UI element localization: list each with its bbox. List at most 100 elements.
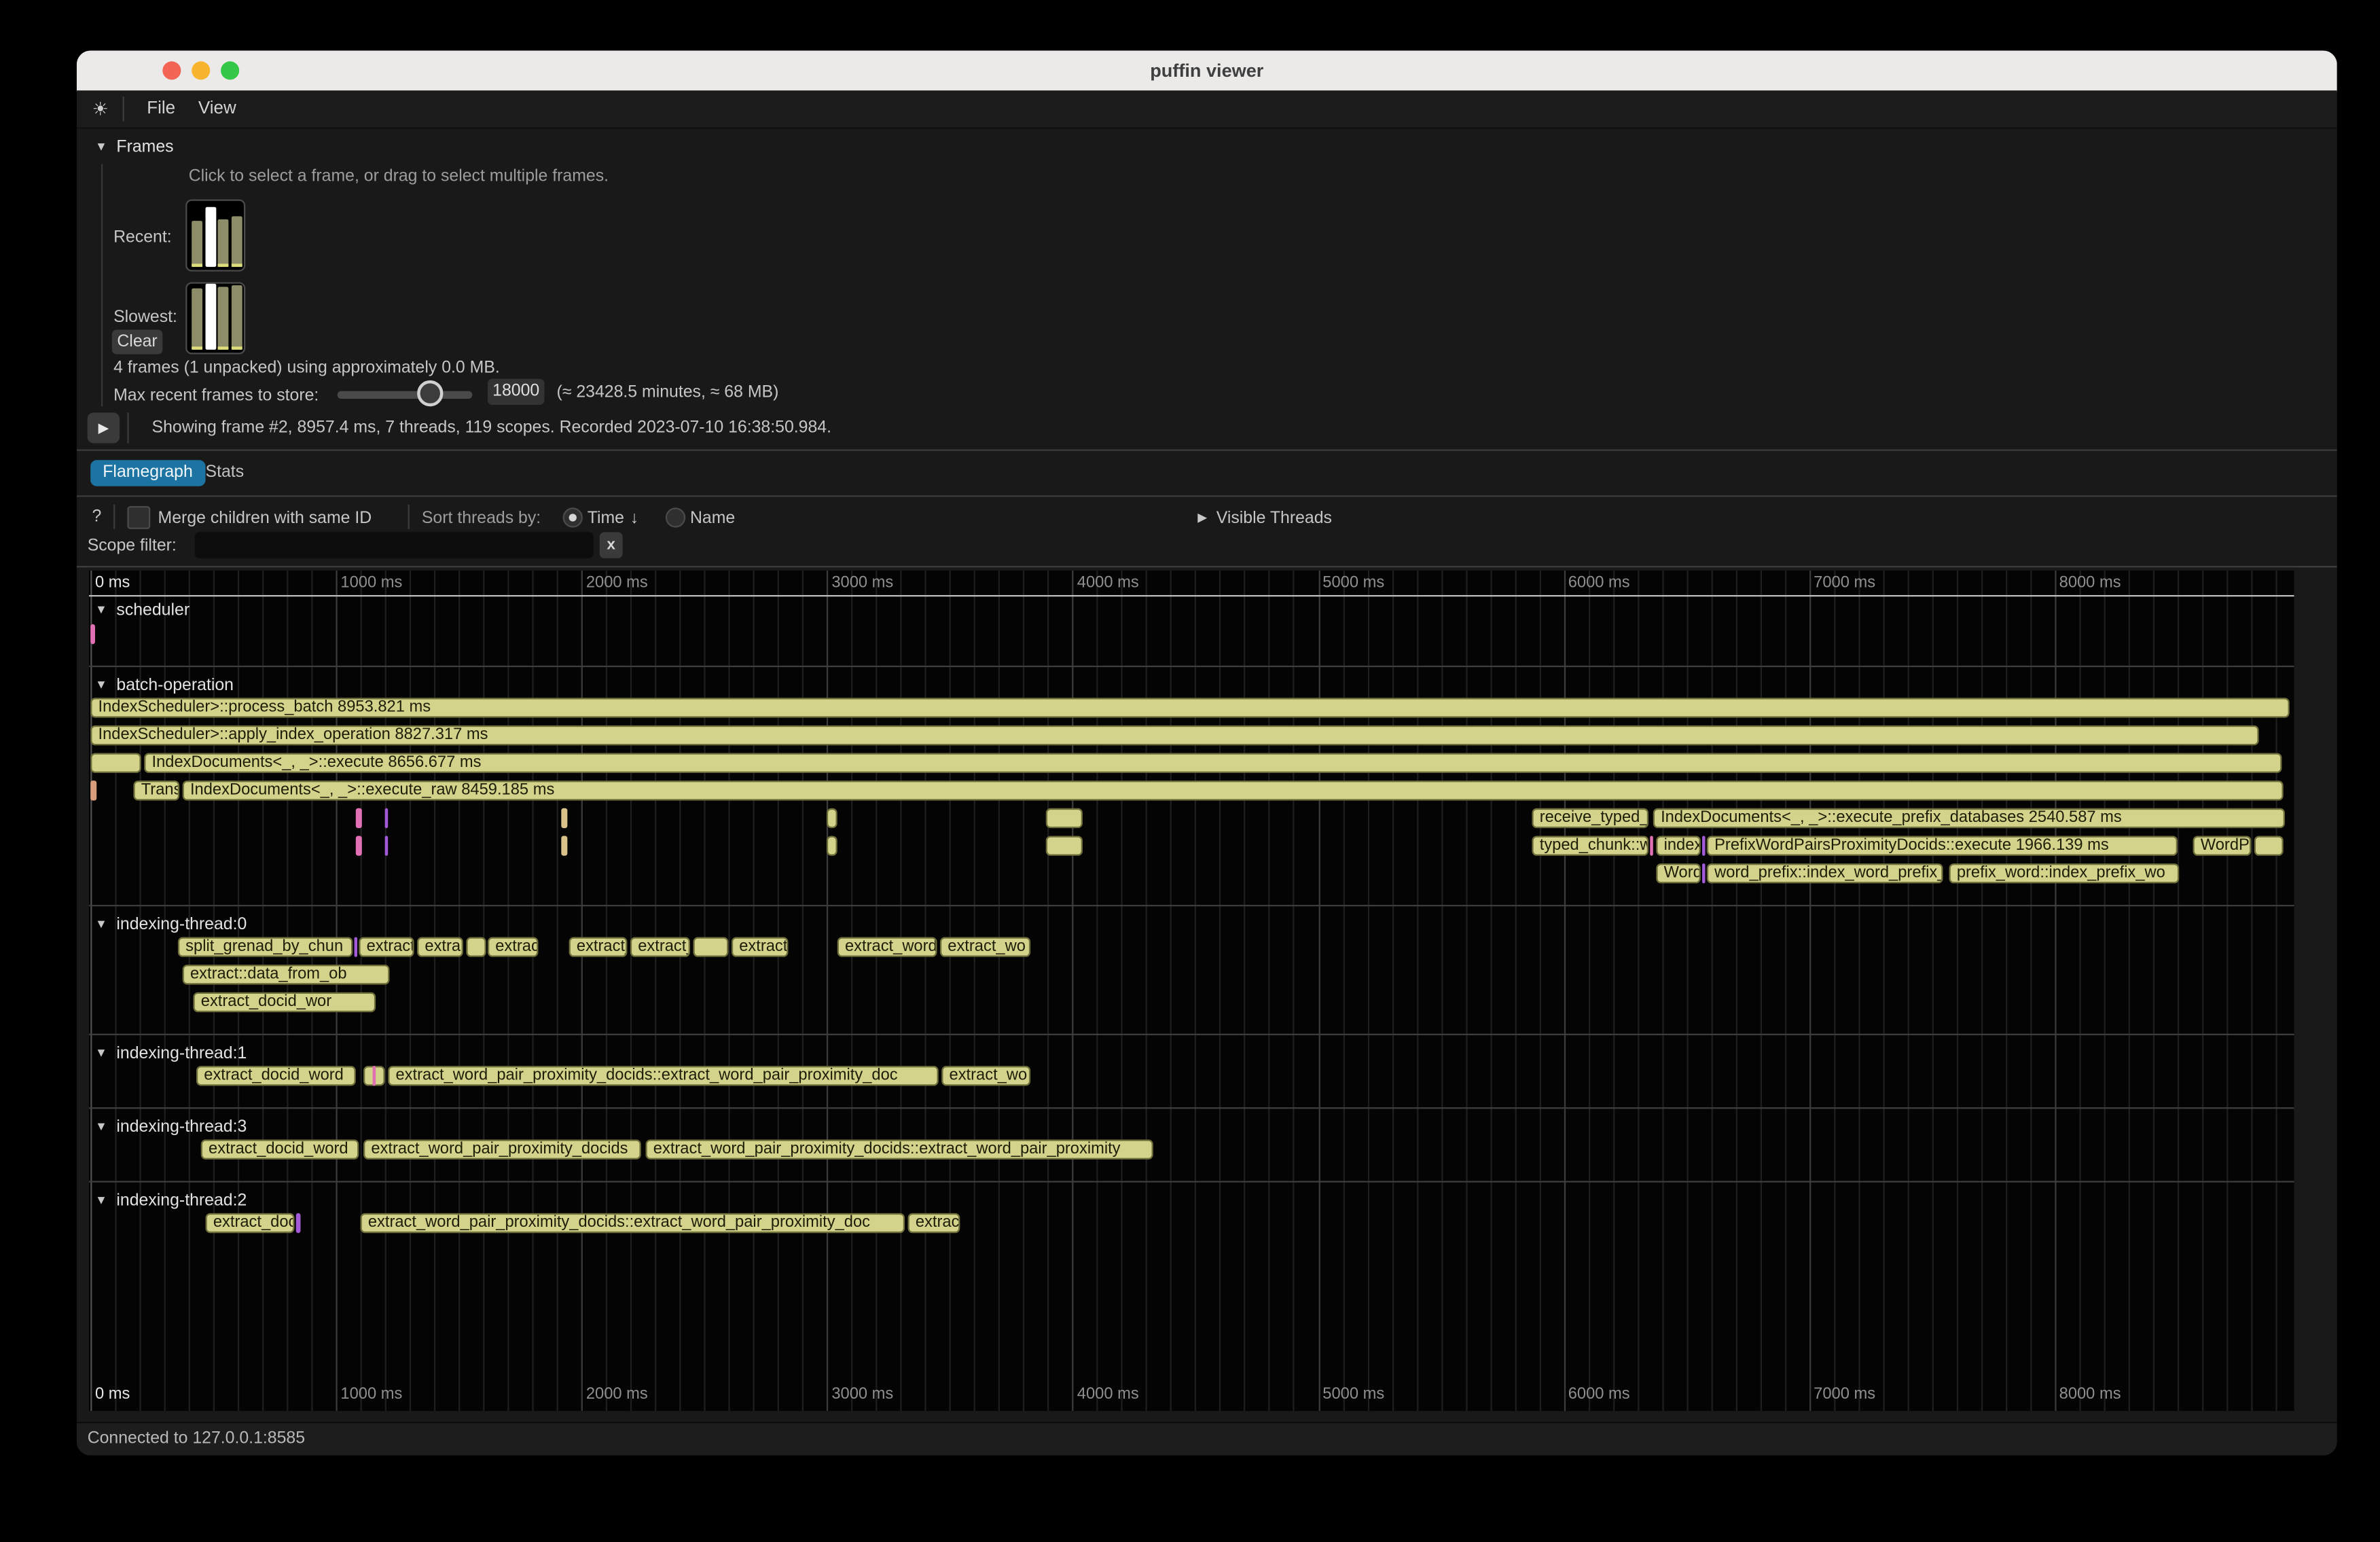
help-button[interactable]: ? xyxy=(92,507,101,526)
visible-threads-toggle[interactable]: ▶Visible Threads xyxy=(1197,509,1332,528)
frame-bar[interactable] xyxy=(218,219,229,267)
slowest-frames-thumbnail[interactable] xyxy=(185,282,245,354)
flame-marker[interactable] xyxy=(1702,836,1706,855)
titlebar[interactable]: puffin viewer xyxy=(77,51,2337,92)
scope-filter-clear-button[interactable]: x xyxy=(600,532,623,558)
merge-children-label[interactable]: Merge children with same ID xyxy=(158,509,372,528)
flame-bar[interactable]: extract_docid_word xyxy=(196,1066,356,1086)
flame-bar[interactable]: index xyxy=(1656,836,1700,855)
flame-marker[interactable] xyxy=(356,836,362,855)
flame-bar[interactable]: extract_word_pair_proximity_docids::extr… xyxy=(645,1139,1153,1159)
frame-bar[interactable] xyxy=(204,284,215,350)
flame-bar[interactable]: extract_doc xyxy=(206,1213,295,1233)
flame-bar[interactable] xyxy=(1046,836,1083,855)
menu-file[interactable]: File xyxy=(147,100,175,118)
frame-bar[interactable] xyxy=(204,207,215,267)
flame-bar[interactable]: extract xyxy=(359,937,414,956)
close-button[interactable] xyxy=(162,61,181,79)
frame-bar[interactable] xyxy=(192,288,202,349)
menu-view[interactable]: View xyxy=(198,100,236,118)
flame-bar[interactable]: extract_wo xyxy=(940,937,1030,956)
scope-filter-input[interactable] xyxy=(195,532,594,558)
frame-bar[interactable] xyxy=(218,287,229,350)
flame-marker[interactable] xyxy=(373,1066,376,1086)
sort-name-label[interactable]: Name xyxy=(690,509,735,528)
thread-header[interactable]: ▼scheduler xyxy=(95,601,190,620)
maximize-button[interactable] xyxy=(221,61,239,79)
flame-marker[interactable] xyxy=(1650,836,1653,855)
sort-direction-arrow-icon[interactable]: ↓ xyxy=(630,509,638,528)
merge-children-checkbox[interactable] xyxy=(127,506,150,529)
flame-marker[interactable] xyxy=(355,937,358,956)
tab-stats[interactable]: Stats xyxy=(206,460,245,486)
flame-marker[interactable] xyxy=(90,781,96,800)
flame-bar[interactable]: typed_chunk::w xyxy=(1532,836,1648,855)
flame-bar[interactable] xyxy=(90,753,141,773)
flame-marker[interactable] xyxy=(561,836,567,855)
flame-bar[interactable]: extract_word xyxy=(837,937,937,956)
minimize-button[interactable] xyxy=(192,61,210,79)
flame-bar[interactable]: extract_docid_wor xyxy=(193,992,376,1012)
flame-bar[interactable]: IndexDocuments<_, _>::execute_prefix_dat… xyxy=(1653,808,2285,828)
flame-marker[interactable] xyxy=(385,808,389,828)
flame-bar[interactable]: extract_docid_word xyxy=(201,1139,359,1159)
flame-bar[interactable]: IndexDocuments<_, _>::execute_raw 8459.1… xyxy=(183,781,2284,800)
flame-bar[interactable]: extract_wo xyxy=(941,1066,1030,1086)
thread-header[interactable]: ▼batch-operation xyxy=(95,677,234,695)
frame-bar[interactable] xyxy=(231,216,242,267)
thread-header[interactable]: ▼indexing-thread:2 xyxy=(95,1191,247,1210)
flame-bar[interactable]: IndexDocuments<_, _>::execute 8656.677 m… xyxy=(144,753,2282,773)
flame-bar[interactable] xyxy=(827,808,837,828)
flame-marker[interactable] xyxy=(296,1213,301,1233)
flame-bar[interactable]: extract_ xyxy=(569,937,628,956)
flame-bar[interactable]: extract xyxy=(732,937,789,956)
flame-marker[interactable] xyxy=(90,624,95,644)
frames-section-header[interactable]: ▼Frames xyxy=(95,138,174,156)
flame-bar[interactable]: word_prefix::index_word_prefix_ xyxy=(1707,863,1943,883)
theme-sun-icon[interactable]: ☀ xyxy=(92,98,108,120)
clear-button[interactable]: Clear xyxy=(112,329,163,354)
play-button[interactable]: ▶ xyxy=(88,412,120,443)
flame-bar[interactable] xyxy=(827,836,837,855)
collapse-down-icon: ▼ xyxy=(95,1193,107,1206)
flame-bar[interactable] xyxy=(693,937,728,956)
flame-bar[interactable] xyxy=(1046,808,1083,828)
thread-header[interactable]: ▼indexing-thread:0 xyxy=(95,916,247,934)
flame-bar[interactable]: split_grenad_by_chun xyxy=(178,937,353,956)
frame-bar[interactable] xyxy=(192,221,202,267)
flame-bar[interactable]: Trans xyxy=(133,781,179,800)
flame-bar[interactable] xyxy=(466,937,486,956)
thread-header[interactable]: ▼indexing-thread:3 xyxy=(95,1118,247,1136)
flamegraph-canvas[interactable]: 0 ms0 ms1000 ms1000 ms2000 ms2000 ms3000… xyxy=(89,571,2294,1411)
sort-time-radio[interactable] xyxy=(563,507,583,527)
max-frames-slider[interactable] xyxy=(338,391,473,399)
max-frames-value[interactable]: 18000 xyxy=(488,379,545,405)
flame-bar[interactable]: extrac xyxy=(908,1213,960,1233)
flame-bar[interactable]: extract_word_pair_proximity_docids::extr… xyxy=(361,1213,905,1233)
flame-bar[interactable]: receive_typed_ xyxy=(1532,808,1648,828)
thread-header[interactable]: ▼indexing-thread:1 xyxy=(95,1044,247,1062)
flame-marker[interactable] xyxy=(1702,863,1706,883)
flame-bar[interactable]: extract_ xyxy=(630,937,690,956)
flame-marker[interactable] xyxy=(356,808,362,828)
sort-time-label[interactable]: Time xyxy=(588,509,624,528)
flame-bar[interactable]: Word xyxy=(1656,863,1700,883)
flame-bar[interactable]: extra xyxy=(417,937,463,956)
flame-bar[interactable]: extract::data_from_ob xyxy=(183,965,390,984)
flame-bar[interactable]: extract_word_pair_proximity_docids xyxy=(363,1139,641,1159)
flame-bar[interactable]: PrefixWordPairsProximityDocids::execute … xyxy=(1707,836,2178,855)
recent-frames-thumbnail[interactable] xyxy=(185,200,245,272)
max-frames-slider-knob[interactable] xyxy=(417,380,443,406)
flame-bar[interactable]: IndexScheduler>::apply_index_operation 8… xyxy=(90,725,2258,745)
frame-bar[interactable] xyxy=(231,285,242,350)
flame-bar[interactable]: prefix_word::index_prefix_wo xyxy=(1949,863,2180,883)
flame-bar[interactable] xyxy=(2254,836,2284,855)
flame-bar[interactable]: IndexScheduler>::process_batch 8953.821 … xyxy=(90,698,2290,717)
flame-bar[interactable]: WordPr xyxy=(2193,836,2252,855)
tab-flamegraph[interactable]: Flamegraph xyxy=(90,460,205,486)
flame-bar[interactable]: extract_word_pair_proximity_docids::extr… xyxy=(388,1066,939,1086)
flame-marker[interactable] xyxy=(561,808,567,828)
sort-name-radio[interactable] xyxy=(666,507,685,527)
flame-bar[interactable]: extrac xyxy=(488,937,539,956)
flame-marker[interactable] xyxy=(385,836,389,855)
